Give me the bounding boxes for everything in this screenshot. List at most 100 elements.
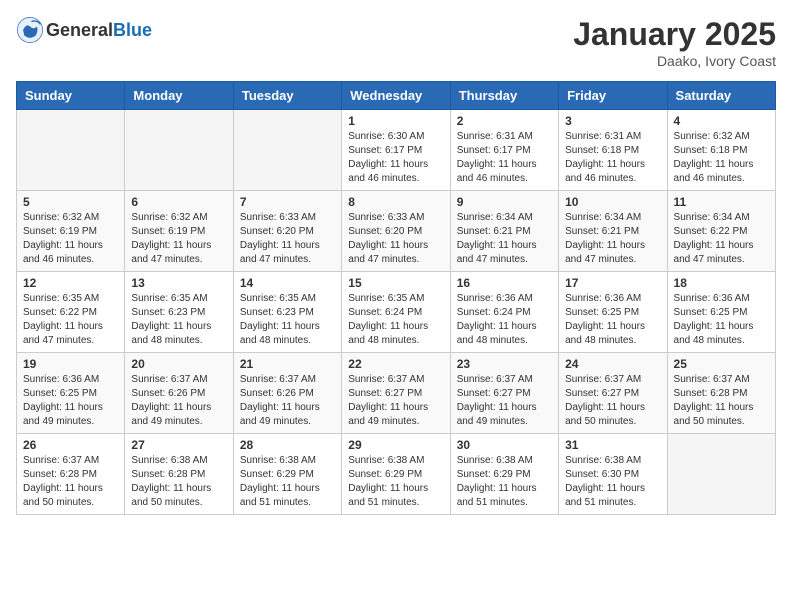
calendar-cell: 3 Sunrise: 6:31 AMSunset: 6:18 PMDaylight…	[559, 110, 667, 191]
day-info: Sunrise: 6:34 AMSunset: 6:21 PMDaylight:…	[565, 211, 660, 267]
day-info: Sunrise: 6:38 AMSunset: 6:30 PMDaylight:…	[565, 454, 660, 510]
calendar-cell: 8 Sunrise: 6:33 AMSunset: 6:20 PMDaylight…	[342, 191, 450, 272]
calendar-week-row: 19 Sunrise: 6:36 AMSunset: 6:25 PMDayligh…	[17, 353, 776, 434]
calendar-cell: 25Sunrise: 6:37 AMSunset: 6:28 PMDayligh…	[667, 353, 775, 434]
calendar-cell: 1 Sunrise: 6:30 AMSunset: 6:17 PMDaylight…	[342, 110, 450, 191]
calendar-cell: 17 Sunrise: 6:36 AMSunset: 6:25 PMDayligh…	[559, 272, 667, 353]
day-number: 9	[457, 195, 552, 209]
day-info: Sunrise: 6:35 AMSunset: 6:22 PMDaylight:…	[23, 292, 118, 348]
calendar-cell: 24 Sunrise: 6:37 AMSunset: 6:27 PMDayligh…	[559, 353, 667, 434]
day-info: Sunrise: 6:35 AMSunset: 6:24 PMDaylight:…	[348, 292, 443, 348]
page-header: GeneralBlue January 2025 Daako, Ivory Co…	[16, 16, 776, 69]
day-info: Sunrise: 6:37 AMSunset: 6:28 PMDaylight:…	[674, 373, 769, 429]
day-info: Sunrise: 6:36 AMSunset: 6:25 PMDaylight:…	[674, 292, 769, 348]
logo-general-text: General	[46, 20, 113, 40]
day-number: 30	[457, 438, 552, 452]
day-number: 17	[565, 276, 660, 290]
day-info: Sunrise: 6:37 AMSunset: 6:27 PMDaylight:…	[565, 373, 660, 429]
day-number: 14	[240, 276, 335, 290]
calendar-cell	[233, 110, 341, 191]
day-info: Sunrise: 6:33 AMSunset: 6:20 PMDaylight:…	[240, 211, 335, 267]
day-number: 6	[131, 195, 226, 209]
calendar-cell: 11 Sunrise: 6:34 AMSunset: 6:22 PMDayligh…	[667, 191, 775, 272]
calendar-cell: 6Sunrise: 6:32 AMSunset: 6:19 PMDaylight…	[125, 191, 233, 272]
day-number: 19	[23, 357, 118, 371]
title-area: January 2025 Daako, Ivory Coast	[573, 16, 776, 69]
day-number: 24	[565, 357, 660, 371]
calendar-day-header: Friday	[559, 82, 667, 110]
day-number: 20	[131, 357, 226, 371]
day-number: 3	[565, 114, 660, 128]
day-number: 1	[348, 114, 443, 128]
logo: GeneralBlue	[16, 16, 152, 44]
day-info: Sunrise: 6:31 AMSunset: 6:18 PMDaylight:…	[565, 130, 660, 186]
day-number: 11	[674, 195, 769, 209]
day-number: 12	[23, 276, 118, 290]
calendar-header-row: SundayMondayTuesdayWednesdayThursdayFrid…	[17, 82, 776, 110]
calendar-day-header: Tuesday	[233, 82, 341, 110]
day-info: Sunrise: 6:38 AMSunset: 6:28 PMDaylight:…	[131, 454, 226, 510]
day-info: Sunrise: 6:37 AMSunset: 6:27 PMDaylight:…	[457, 373, 552, 429]
calendar-cell: 26 Sunrise: 6:37 AMSunset: 6:28 PMDayligh…	[17, 434, 125, 515]
day-number: 22	[348, 357, 443, 371]
calendar-cell: 18Sunrise: 6:36 AMSunset: 6:25 PMDayligh…	[667, 272, 775, 353]
day-info: Sunrise: 6:36 AMSunset: 6:25 PMDaylight:…	[565, 292, 660, 348]
calendar-day-header: Sunday	[17, 82, 125, 110]
day-number: 8	[348, 195, 443, 209]
day-number: 23	[457, 357, 552, 371]
calendar-cell: 15Sunrise: 6:35 AMSunset: 6:24 PMDayligh…	[342, 272, 450, 353]
day-info: Sunrise: 6:32 AMSunset: 6:18 PMDaylight:…	[674, 130, 769, 186]
calendar-cell	[17, 110, 125, 191]
location-title: Daako, Ivory Coast	[573, 53, 776, 69]
calendar-cell: 10 Sunrise: 6:34 AMSunset: 6:21 PMDayligh…	[559, 191, 667, 272]
calendar-table: SundayMondayTuesdayWednesdayThursdayFrid…	[16, 81, 776, 515]
calendar-cell: 7 Sunrise: 6:33 AMSunset: 6:20 PMDaylight…	[233, 191, 341, 272]
day-info: Sunrise: 6:36 AMSunset: 6:24 PMDaylight:…	[457, 292, 552, 348]
day-number: 16	[457, 276, 552, 290]
day-info: Sunrise: 6:32 AMSunset: 6:19 PMDaylight:…	[23, 211, 118, 267]
day-number: 31	[565, 438, 660, 452]
day-info: Sunrise: 6:36 AMSunset: 6:25 PMDaylight:…	[23, 373, 118, 429]
day-info: Sunrise: 6:30 AMSunset: 6:17 PMDaylight:…	[348, 130, 443, 186]
logo-blue-text: Blue	[113, 20, 152, 40]
calendar-cell	[667, 434, 775, 515]
day-number: 29	[348, 438, 443, 452]
calendar-day-header: Saturday	[667, 82, 775, 110]
day-info: Sunrise: 6:35 AMSunset: 6:23 PMDaylight:…	[131, 292, 226, 348]
day-info: Sunrise: 6:37 AMSunset: 6:26 PMDaylight:…	[131, 373, 226, 429]
calendar-cell: 27Sunrise: 6:38 AMSunset: 6:28 PMDayligh…	[125, 434, 233, 515]
calendar-cell: 31 Sunrise: 6:38 AMSunset: 6:30 PMDayligh…	[559, 434, 667, 515]
calendar-cell: 13 Sunrise: 6:35 AMSunset: 6:23 PMDayligh…	[125, 272, 233, 353]
calendar-cell: 22 Sunrise: 6:37 AMSunset: 6:27 PMDayligh…	[342, 353, 450, 434]
calendar-cell: 28Sunrise: 6:38 AMSunset: 6:29 PMDayligh…	[233, 434, 341, 515]
logo-icon	[16, 16, 44, 44]
day-info: Sunrise: 6:37 AMSunset: 6:27 PMDaylight:…	[348, 373, 443, 429]
calendar-cell: 5Sunrise: 6:32 AMSunset: 6:19 PMDaylight…	[17, 191, 125, 272]
day-info: Sunrise: 6:33 AMSunset: 6:20 PMDaylight:…	[348, 211, 443, 267]
day-info: Sunrise: 6:37 AMSunset: 6:26 PMDaylight:…	[240, 373, 335, 429]
day-number: 7	[240, 195, 335, 209]
calendar-week-row: 1 Sunrise: 6:30 AMSunset: 6:17 PMDaylight…	[17, 110, 776, 191]
calendar-cell	[125, 110, 233, 191]
calendar-week-row: 12 Sunrise: 6:35 AMSunset: 6:22 PMDayligh…	[17, 272, 776, 353]
calendar-cell: 19 Sunrise: 6:36 AMSunset: 6:25 PMDayligh…	[17, 353, 125, 434]
day-number: 10	[565, 195, 660, 209]
calendar-cell: 23 Sunrise: 6:37 AMSunset: 6:27 PMDayligh…	[450, 353, 558, 434]
calendar-cell: 4 Sunrise: 6:32 AMSunset: 6:18 PMDaylight…	[667, 110, 775, 191]
calendar-week-row: 5Sunrise: 6:32 AMSunset: 6:19 PMDaylight…	[17, 191, 776, 272]
calendar-cell: 30 Sunrise: 6:38 AMSunset: 6:29 PMDayligh…	[450, 434, 558, 515]
calendar-cell: 29 Sunrise: 6:38 AMSunset: 6:29 PMDayligh…	[342, 434, 450, 515]
day-info: Sunrise: 6:35 AMSunset: 6:23 PMDaylight:…	[240, 292, 335, 348]
day-number: 21	[240, 357, 335, 371]
day-info: Sunrise: 6:37 AMSunset: 6:28 PMDaylight:…	[23, 454, 118, 510]
calendar-cell: 2Sunrise: 6:31 AMSunset: 6:17 PMDaylight…	[450, 110, 558, 191]
day-info: Sunrise: 6:38 AMSunset: 6:29 PMDaylight:…	[348, 454, 443, 510]
day-info: Sunrise: 6:34 AMSunset: 6:22 PMDaylight:…	[674, 211, 769, 267]
calendar-day-header: Monday	[125, 82, 233, 110]
day-info: Sunrise: 6:38 AMSunset: 6:29 PMDaylight:…	[457, 454, 552, 510]
day-number: 4	[674, 114, 769, 128]
day-number: 26	[23, 438, 118, 452]
day-info: Sunrise: 6:38 AMSunset: 6:29 PMDaylight:…	[240, 454, 335, 510]
day-number: 13	[131, 276, 226, 290]
day-info: Sunrise: 6:31 AMSunset: 6:17 PMDaylight:…	[457, 130, 552, 186]
